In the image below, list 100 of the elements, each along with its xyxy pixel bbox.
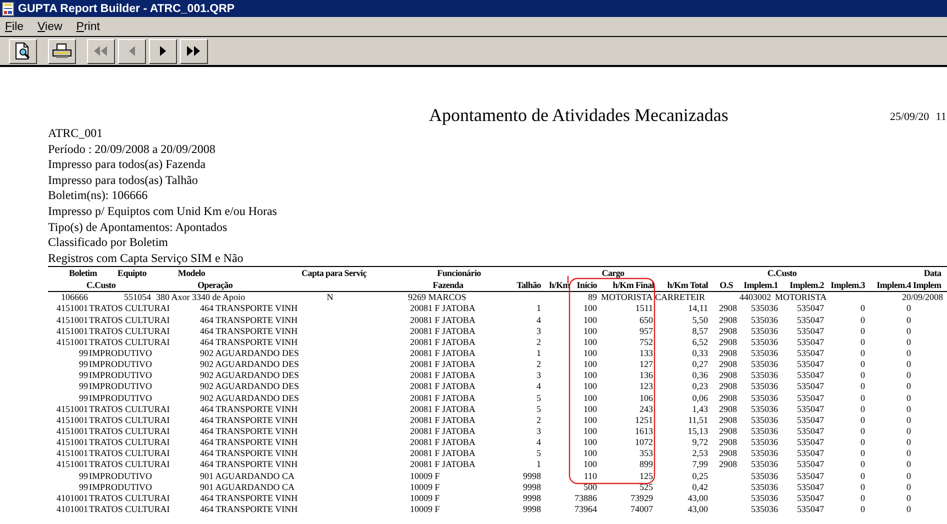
column-header: Funcionário [436,267,482,280]
column-header: Implem [913,279,942,292]
table-cell-text: 20081 F JATOBA [410,437,476,448]
table-cell-text: IMPRODUTIVO [89,370,153,382]
table-cell-text: 0 [860,448,865,460]
table-cell-text: 535036 [750,404,778,415]
table-cell-text: 43,00 [686,492,708,504]
group-cell-text: CARRETEIR [655,292,706,304]
report-info-line: Período : 20/09/2008 a 20/09/2008 [48,142,216,158]
table-cell-text: 0,33 [691,348,708,360]
table-cell-text: 535047 [796,359,824,370]
table-cell-text: 1,43 [691,404,708,415]
table-cell-text: IMPRODUTIVO [89,392,153,404]
table-cell-text: 20081 F JATOBA [410,359,476,370]
table-cell-text: 100 [582,404,597,415]
table-cell-text: 20081 F JATOBA [410,381,476,393]
table-cell-text: 535047 [796,336,824,348]
table-cell-text: 464 TRANSPORTE VINH [200,314,299,326]
last-page-button[interactable] [180,38,208,64]
table-cell-text: 0 [860,470,865,482]
table-cell-text: 20081 F JATOBA [410,404,476,415]
table-cell-text: 0 [906,336,911,348]
table-cell-text: 4 [536,381,541,393]
table-cell-text: 127 [638,359,653,370]
table-cell-text: 99 [78,381,88,393]
group-cell-text: N [326,292,334,304]
table-cell-text: TRATOS CULTURAI [89,492,171,504]
table-cell-text: 0 [860,314,865,326]
column-header: Modelo [176,267,206,280]
table-cell-text: 7,99 [691,459,708,471]
column-header: h/Km Final [612,279,654,292]
table-cell-text: IMPRODUTIVO [89,470,153,482]
table-cell-text: 1511 [634,303,653,315]
next-page-button[interactable] [149,38,177,64]
table-cell-text: 0 [860,392,865,404]
table-cell-text: TRATOS CULTURAI [89,459,171,471]
table-cell-text: 535036 [750,504,778,516]
table-cell-text: 535047 [796,381,824,393]
column-header: C.Custo [766,267,798,280]
table-cell-text: 3 [536,426,541,438]
table-cell-text: 535047 [796,492,824,504]
menu-item[interactable]: Print [76,20,100,32]
table-cell-text: IMPRODUTIVO [89,482,153,493]
report-title: Apontamento de Atividades Mecanizadas [429,105,730,126]
left-arrow-icon [128,43,136,59]
table-cell-text: 535036 [750,426,778,438]
table-cell-text: 4 [536,437,541,448]
column-header: h/Km Total [666,279,708,292]
table-cell-text: 535036 [750,359,778,370]
table-cell-text: 1613 [634,426,653,438]
report-info-line: Boletim(ns): 106666 [48,188,149,204]
table-cell-text: 1251 [634,414,653,426]
table-cell-text: 99 [78,359,88,370]
table-cell-text: 2908 [718,336,737,348]
table-cell-text: 464 TRANSPORTE VINH [200,437,299,448]
table-cell-text: 535036 [750,392,778,404]
table-cell-text: 100 [582,414,597,426]
table-cell-text: 2908 [718,370,737,382]
table-cell-text: 133 [638,348,653,360]
table-cell-text: 0,36 [691,370,708,382]
table-cell-text: 99 [78,392,88,404]
table-cell-text: 535047 [796,370,824,382]
table-cell-text: 2908 [718,392,737,404]
menu-item[interactable]: View [38,20,62,32]
column-header: Implem.3 [830,279,865,292]
table-cell-text: 3 [536,326,541,337]
table-cell-text: 0 [860,504,865,516]
report-info-line: Impresso para todos(as) Fazenda [48,157,207,173]
app-icon [2,2,14,16]
table-cell-text: 2908 [718,459,737,471]
column-header: Fazenda [432,279,464,292]
table-cell-text: 100 [582,426,597,438]
table-cell-text: 4101001 [56,504,88,516]
table-cell-text: 100 [582,459,597,471]
table-cell-text: 535036 [750,381,778,393]
table-cell-text: 20081 F JATOBA [410,414,476,426]
table-cell-text: 110 [582,470,597,482]
table-cell-text: 74007 [630,504,653,516]
table-cell-text: 100 [582,448,597,460]
double-left-arrow-icon [93,43,109,59]
table-cell-text: 650 [638,314,653,326]
table-cell-text: 136 [638,370,653,382]
table-cell-text: 0 [860,348,865,360]
page-magnifier-icon [15,42,31,60]
print-button[interactable] [48,38,76,64]
table-cell-text: 0,42 [691,482,708,493]
table-cell-text: 100 [582,437,597,448]
table-cell-text: 464 TRANSPORTE VINH [200,426,299,438]
column-header: Implem.4 [876,279,911,292]
table-cell-text: 535036 [750,348,778,360]
table-cell-text: 2908 [718,448,737,460]
menu-item[interactable]: File [5,20,24,32]
column-header: Boletim [68,267,98,280]
table-cell-text: 0 [860,336,865,348]
column-header: Talhão [516,279,541,292]
column-header: Implem.1 [742,279,778,292]
table-cell-text: 4151001 [56,459,88,471]
table-cell-text: 0,06 [691,392,708,404]
preview-button[interactable] [9,38,37,64]
table-cell-text: 4151001 [56,303,88,315]
